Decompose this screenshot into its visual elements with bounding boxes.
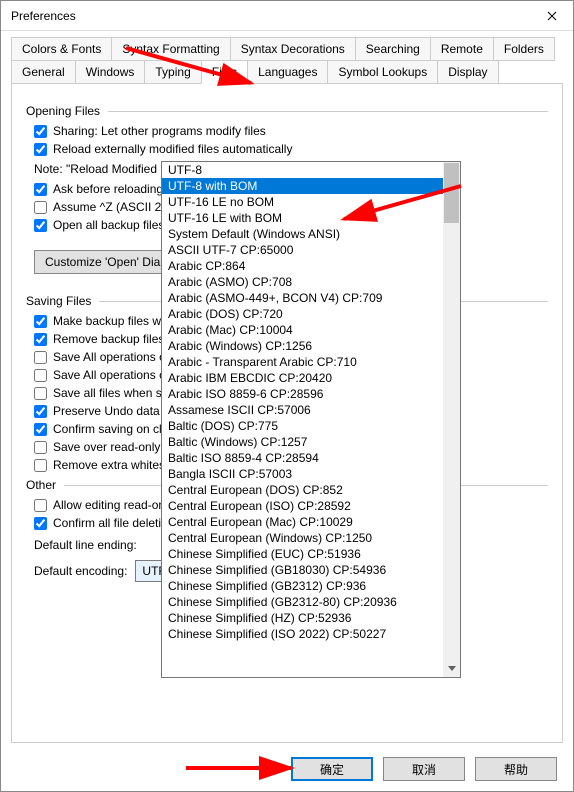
tab-colors-fonts[interactable]: Colors & Fonts [11,37,112,61]
confirmdel-label: Confirm all file deletion [53,516,174,530]
tab-syntax-formatting[interactable]: Syntax Formatting [111,37,230,61]
dropdown-item[interactable]: Chinese Simplified (ISO 2022) CP:50227 [162,626,460,642]
preserve-checkbox[interactable] [34,405,47,418]
dropdown-item[interactable]: UTF-16 LE with BOM [162,210,460,226]
dropdown-scrollbar[interactable] [443,162,460,677]
encoding-dropdown[interactable]: UTF-8UTF-8 with BOMUTF-16 LE no BOMUTF-1… [161,161,461,678]
dropdown-item[interactable]: Arabic (ASMO) CP:708 [162,274,460,290]
dropdown-item[interactable]: Arabic IBM EBCDIC CP:20420 [162,370,460,386]
tab-searching[interactable]: Searching [355,37,431,61]
reload-checkbox[interactable] [34,143,47,156]
dropdown-item[interactable]: Chinese Simplified (GB18030) CP:54936 [162,562,460,578]
confirmdel-checkbox[interactable] [34,517,47,530]
dropdown-item[interactable]: Chinese Simplified (GB2312-80) CP:20936 [162,594,460,610]
dropdown-item[interactable]: UTF-16 LE no BOM [162,194,460,210]
dropdown-item[interactable]: Central European (DOS) CP:852 [162,482,460,498]
lineending-label: Default line ending: [34,538,137,552]
close-icon [547,11,557,21]
dropdown-item[interactable]: System Default (Windows ANSI) [162,226,460,242]
encoding-label: Default encoding: [34,564,127,578]
dropdown-item[interactable]: Bangla ISCII CP:57003 [162,466,460,482]
dropdown-item[interactable]: Assamese ISCII CP:57006 [162,402,460,418]
dropdown-item[interactable]: Arabic (DOS) CP:720 [162,306,460,322]
group-opening-files: Opening Files [26,104,548,118]
tab-symbol-lookups[interactable]: Symbol Lookups [327,60,438,84]
dropdown-item[interactable]: Arabic ISO 8859-6 CP:28596 [162,386,460,402]
dropdown-item[interactable]: Baltic (DOS) CP:775 [162,418,460,434]
tab-languages[interactable]: Languages [247,60,328,84]
tab-folders[interactable]: Folders [493,37,555,61]
openall-checkbox[interactable] [34,219,47,232]
group-opening-label: Opening Files [26,104,100,118]
dropdown-item[interactable]: ASCII UTF-7 CP:65000 [162,242,460,258]
dropdown-item[interactable]: UTF-8 [162,162,460,178]
sharing-label: Sharing: Let other programs modify files [53,124,266,138]
dropdown-item[interactable]: Arabic (ASMO-449+, BCON V4) CP:709 [162,290,460,306]
confirm-save-checkbox[interactable] [34,423,47,436]
removebackup-checkbox[interactable] [34,333,47,346]
scroll-down-icon[interactable] [443,660,460,677]
saveall-deactnp-checkbox[interactable] [34,369,47,382]
dropdown-item[interactable]: Baltic (Windows) CP:1257 [162,434,460,450]
dropdown-item[interactable]: UTF-8 with BOM [162,178,460,194]
sharing-checkbox[interactable] [34,125,47,138]
dropdown-item[interactable]: Arabic (Mac) CP:10004 [162,322,460,338]
dropdown-item[interactable]: Central European (Windows) CP:1250 [162,530,460,546]
dropdown-item[interactable]: Chinese Simplified (EUC) CP:51936 [162,546,460,562]
close-button[interactable] [531,1,573,30]
tab-typing[interactable]: Typing [144,60,201,84]
group-other-label: Other [26,478,56,492]
saveall-deact-checkbox[interactable] [34,351,47,364]
dropdown-item[interactable]: Arabic - Transparent Arabic CP:710 [162,354,460,370]
tab-syntax-decorations[interactable]: Syntax Decorations [230,37,356,61]
dropdown-item[interactable]: Chinese Simplified (HZ) CP:52936 [162,610,460,626]
dropdown-list: UTF-8UTF-8 with BOMUTF-16 LE no BOMUTF-1… [162,162,460,677]
tab-row-2: General Windows Typing Files Languages S… [11,60,563,83]
makebackup-checkbox[interactable] [34,315,47,328]
assume-checkbox[interactable] [34,201,47,214]
dropdown-item[interactable]: Baltic ISO 8859-4 CP:28594 [162,450,460,466]
savewhen-checkbox[interactable] [34,387,47,400]
allowedit-checkbox[interactable] [34,499,47,512]
ok-button[interactable]: 确定 [291,757,373,781]
cancel-button[interactable]: 取消 [383,757,465,781]
tab-row-1: Colors & Fonts Syntax Formatting Syntax … [11,37,563,60]
tab-files[interactable]: Files [201,60,248,84]
dropdown-item[interactable]: Arabic CP:864 [162,258,460,274]
titlebar: Preferences [1,1,573,31]
removewhite-checkbox[interactable] [34,459,47,472]
ask-checkbox[interactable] [34,183,47,196]
dialog-buttons: 确定 取消 帮助 [291,757,557,781]
reload-label: Reload externally modified files automat… [53,142,292,156]
annotation-arrow-icon [181,756,301,781]
scroll-thumb[interactable] [444,163,459,223]
help-button[interactable]: 帮助 [475,757,557,781]
tab-windows[interactable]: Windows [75,60,146,84]
dropdown-item[interactable]: Central European (Mac) CP:10029 [162,514,460,530]
title-text: Preferences [11,9,76,23]
dropdown-item[interactable]: Central European (ISO) CP:28592 [162,498,460,514]
dropdown-item[interactable]: Chinese Simplified (GB2312) CP:936 [162,578,460,594]
group-saving-label: Saving Files [26,294,91,308]
tab-remote[interactable]: Remote [430,37,494,61]
readonly-checkbox[interactable] [34,441,47,454]
dropdown-item[interactable]: Arabic (Windows) CP:1256 [162,338,460,354]
tab-display[interactable]: Display [437,60,498,84]
tab-general[interactable]: General [11,60,76,84]
